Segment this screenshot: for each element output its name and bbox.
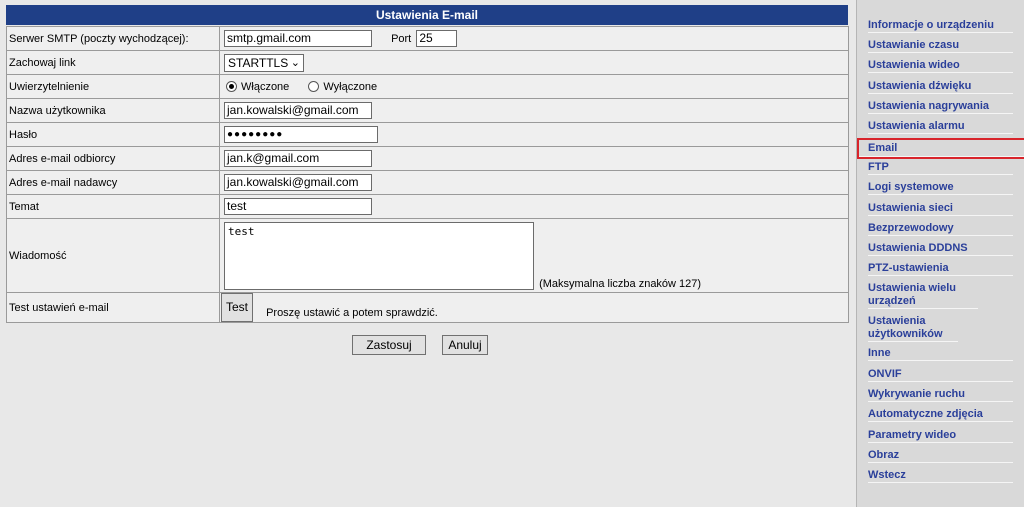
secure-link-value: STARTTLS <box>228 55 289 70</box>
sidebar-item-alarm[interactable]: Ustawienia alarmu <box>868 120 1013 134</box>
sidebar-item-auto-snapshot[interactable]: Automatyczne zdjęcia <box>868 408 1013 422</box>
email-settings-form: Serwer SMTP (poczty wychodzącej): smtp.g… <box>6 26 849 323</box>
sidebar-item-other[interactable]: Inne <box>868 347 1013 361</box>
port-input[interactable]: 25 <box>416 30 458 47</box>
sidebar-item-users[interactable]: Ustawienia użytkowników <box>868 315 958 342</box>
auth-off-radio[interactable] <box>308 81 320 93</box>
message-textarea[interactable]: test <box>224 222 534 290</box>
sidebar-item-ddns[interactable]: Ustawienia DDDNS <box>868 242 1013 256</box>
subject-input[interactable]: test <box>224 198 372 215</box>
smtp-server-label: Serwer SMTP (poczty wychodzącej): <box>6 26 220 51</box>
sidebar-menu: Informacje o urządzeniu Ustawianie czasu… <box>856 0 1024 507</box>
username-input[interactable]: jan.kowalski@gmail.com <box>224 102 372 119</box>
auth-label: Uwierzytelnienie <box>6 74 220 99</box>
sidebar-item-multi-device[interactable]: Ustawienia wielu urządzeń <box>868 282 978 309</box>
subject-label: Temat <box>6 194 220 219</box>
port-label: Port <box>391 32 412 45</box>
password-label: Hasło <box>6 122 220 147</box>
sidebar-item-onvif[interactable]: ONVIF <box>868 368 1013 382</box>
smtp-server-input[interactable]: smtp.gmail.com <box>224 30 372 47</box>
chevron-down-icon: ⌄ <box>290 56 300 69</box>
username-label: Nazwa użytkownika <box>6 98 220 123</box>
sidebar-item-time[interactable]: Ustawianie czasu <box>868 39 1013 53</box>
sidebar-item-ptz[interactable]: PTZ-ustawienia <box>868 262 1013 276</box>
sidebar-item-device-info[interactable]: Informacje o urządzeniu <box>868 19 1013 33</box>
sidebar-item-image[interactable]: Obraz <box>868 449 1013 463</box>
test-label: Test ustawień e-mail <box>6 292 220 323</box>
cancel-button[interactable]: Anuluj <box>442 335 488 355</box>
sidebar-item-ftp[interactable]: FTP <box>868 161 1013 175</box>
sidebar-item-wireless[interactable]: Bezprzewodowy <box>868 222 1013 236</box>
sender-input[interactable]: jan.kowalski@gmail.com <box>224 174 372 191</box>
recipient-input[interactable]: jan.k@gmail.com <box>224 150 372 167</box>
email-settings-panel: Ustawienia E-mail Serwer SMTP (poczty wy… <box>0 0 853 507</box>
test-button[interactable]: Test <box>221 293 253 322</box>
page-title: Ustawienia E-mail <box>6 5 848 25</box>
auth-on-radio[interactable] <box>226 81 237 93</box>
sidebar-item-back[interactable]: Wstecz <box>868 469 1013 483</box>
apply-button[interactable]: Zastosuj <box>352 335 426 355</box>
sender-label: Adres e-mail nadawcy <box>6 170 220 195</box>
sidebar-item-audio[interactable]: Ustawienia dźwięku <box>868 80 1013 94</box>
max-chars-note: (Maksymalna liczba znaków 127) <box>539 278 702 290</box>
password-input[interactable]: ●●●●●●●● <box>224 126 378 143</box>
auth-on-label: Włączone <box>241 80 290 93</box>
sidebar-item-recording[interactable]: Ustawienia nagrywania <box>868 100 1013 114</box>
sidebar-item-system-logs[interactable]: Logi systemowe <box>868 181 1013 195</box>
recipient-label: Adres e-mail odbiorcy <box>6 146 220 171</box>
test-hint: Proszę ustawić a potem sprawdzić. <box>266 307 438 320</box>
message-label: Wiadomość <box>6 218 220 293</box>
secure-link-select[interactable]: STARTTLS ⌄ <box>224 53 304 72</box>
secure-link-label: Zachowaj link <box>6 50 220 75</box>
sidebar-item-video-params[interactable]: Parametry wideo <box>868 429 1013 443</box>
sidebar-item-video[interactable]: Ustawienia wideo <box>868 59 1013 73</box>
sidebar-item-motion-detection[interactable]: Wykrywanie ruchu <box>868 388 1013 402</box>
sidebar-item-network[interactable]: Ustawienia sieci <box>868 202 1013 216</box>
sidebar-item-email[interactable]: Email <box>857 138 1024 159</box>
auth-off-label: Wyłączone <box>323 80 378 93</box>
